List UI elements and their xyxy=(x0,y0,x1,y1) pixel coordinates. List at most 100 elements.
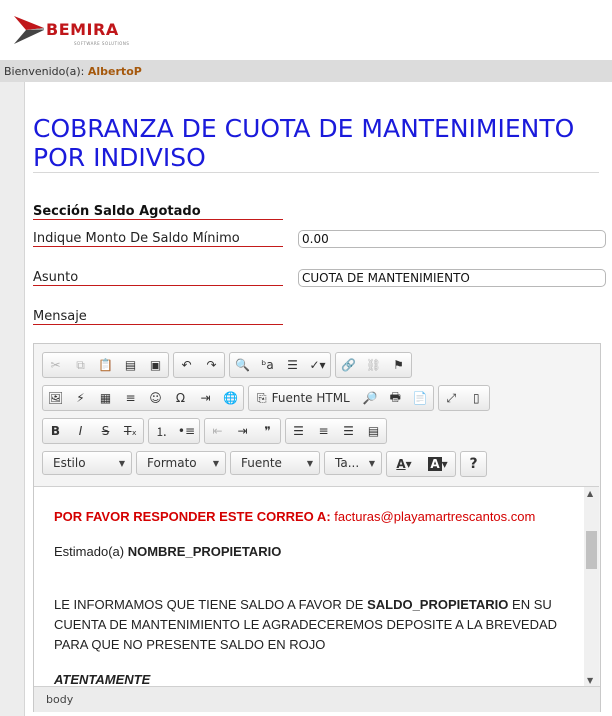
body-paragraph: LE INFORMAMOS QUE TIENE SALDO A FAVOR DE… xyxy=(54,595,574,655)
left-sidebar xyxy=(0,82,25,716)
reply-label: POR FAVOR RESPONDER ESTE CORREO A: xyxy=(54,509,331,524)
bemira-logo: BEMIRA SOFTWARE SOLUTIONS xyxy=(12,10,142,50)
welcome-bar: Bienvenido(a): AlbertoP xyxy=(0,60,612,82)
strike-icon[interactable]: S xyxy=(93,419,118,443)
welcome-label: Bienvenido(a): xyxy=(4,65,85,78)
color-group: A ▾ A ▾ xyxy=(386,451,456,477)
indent-icon[interactable]: ⇥ xyxy=(230,419,255,443)
outdent-icon[interactable]: ⇤ xyxy=(205,419,230,443)
toolbar-row-3: B I S T̶ₓ ⒈ •≡ ⇤ ⇥ ❞ ☰ ≡ ☰ ▤ xyxy=(42,418,387,444)
blockquote-icon[interactable]: ❞ xyxy=(255,419,280,443)
logo-mark-icon xyxy=(14,16,44,44)
size-dropdown[interactable]: Ta... ▼ xyxy=(324,451,382,475)
undo-icon[interactable]: ↶ xyxy=(174,353,199,377)
paste-word-icon[interactable]: ▣ xyxy=(143,353,168,377)
flash-icon[interactable]: ⚡ xyxy=(68,386,93,410)
maximize-icon[interactable]: ⤢ xyxy=(439,386,464,410)
toolbar-row-4: Estilo ▼ Formato ▼ Fuente ▼ Ta... ▼ A ▾ A… xyxy=(42,451,487,477)
unlink-icon[interactable]: ⛓ xyxy=(361,353,386,377)
templates-icon[interactable]: 📄 xyxy=(408,386,433,410)
source-icon: ⎘ xyxy=(257,390,267,405)
image-icon[interactable]: 🖼 xyxy=(43,386,68,410)
monto-input[interactable]: 0.00 xyxy=(298,230,606,248)
chevron-down-icon: ▼ xyxy=(368,458,375,468)
title-divider xyxy=(33,172,599,173)
redo-icon[interactable]: ↷ xyxy=(199,353,224,377)
copy-icon[interactable]: ⧉ xyxy=(68,353,93,377)
help-icon[interactable]: ? xyxy=(461,452,486,476)
font-dropdown-label: Fuente xyxy=(241,456,282,470)
asunto-label: Asunto xyxy=(33,270,79,285)
iframe-globe-icon[interactable]: 🌐 xyxy=(218,386,243,410)
help-group: ? xyxy=(460,451,487,477)
paste-text-icon[interactable]: ▤ xyxy=(118,353,143,377)
app-header: BEMIRA SOFTWARE SOLUTIONS xyxy=(0,0,612,60)
anchor-flag-icon[interactable]: ⚑ xyxy=(386,353,411,377)
table-icon[interactable]: ▦ xyxy=(93,386,118,410)
reply-email: facturas@playamartrescantos.com xyxy=(334,509,536,524)
body-part1: LE INFORMAMOS QUE TIENE SALDO A FAVOR DE xyxy=(54,597,364,612)
link-group: 🔗 ⛓ ⚑ xyxy=(335,352,412,378)
italic-icon[interactable]: I xyxy=(68,419,93,443)
scroll-down-icon[interactable]: ▼ xyxy=(587,676,593,685)
search-icon[interactable]: 🔍 xyxy=(230,353,255,377)
special-char-icon[interactable]: Ω xyxy=(168,386,193,410)
toolbar-row-2: 🖼 ⚡ ▦ ≡ ☺ Ω ⇥ 🌐 ⎘ Fuente HTML 🔎 🖶 📄 ⤢ ▯ xyxy=(42,385,490,411)
align-right-icon[interactable]: ☰ xyxy=(336,419,361,443)
editor-content[interactable]: POR FAVOR RESPONDER ESTE CORREO A: factu… xyxy=(34,486,584,687)
style-dropdown[interactable]: Estilo ▼ xyxy=(42,451,132,475)
numbered-list-icon[interactable]: ⒈ xyxy=(149,419,174,443)
page-title: COBRANZA DE CUOTA DE MANTENIMIENTO POR I… xyxy=(33,114,575,172)
horizontal-rule-icon[interactable]: ≡ xyxy=(118,386,143,410)
align-center-icon[interactable]: ≡ xyxy=(311,419,336,443)
bg-color-icon[interactable]: A ▾ xyxy=(421,452,455,476)
page-break-icon[interactable]: ⇥ xyxy=(193,386,218,410)
mensaje-label: Mensaje xyxy=(33,309,87,324)
smiley-icon[interactable]: ☺ xyxy=(143,386,168,410)
find-group: 🔍 ᵇa ☰ ✓▾ xyxy=(229,352,331,378)
element-path[interactable]: body xyxy=(46,693,73,706)
link-icon[interactable]: 🔗 xyxy=(336,353,361,377)
rich-text-editor: ✂ ⧉ 📋 ▤ ▣ ↶ ↷ 🔍 ᵇa ☰ ✓▾ 🔗 ⛓ ⚑ 🖼 ⚡ ▦ ≡ ☺ … xyxy=(33,343,601,712)
indent-group: ⇤ ⇥ ❞ xyxy=(204,418,281,444)
reply-line: POR FAVOR RESPONDER ESTE CORREO A: factu… xyxy=(54,507,574,527)
source-html-button[interactable]: ⎘ Fuente HTML xyxy=(249,386,358,410)
format-dropdown[interactable]: Formato ▼ xyxy=(136,451,226,475)
monto-label: Indique Monto De Saldo Mínimo xyxy=(33,231,240,246)
show-blocks-icon[interactable]: ▯ xyxy=(464,386,489,410)
monto-underline xyxy=(33,246,283,247)
view-group: ⤢ ▯ xyxy=(437,385,490,411)
select-all-icon[interactable]: ☰ xyxy=(280,353,305,377)
spellcheck-icon[interactable]: ✓▾ xyxy=(305,353,330,377)
print-icon[interactable]: 🖶 xyxy=(383,386,408,410)
body-variable: SALDO_PROPIETARIO xyxy=(367,597,509,612)
bulleted-list-icon[interactable]: •≡ xyxy=(174,419,199,443)
basic-style-group: B I S T̶ₓ xyxy=(42,418,144,444)
preview-icon[interactable]: 🔎 xyxy=(358,386,383,410)
size-dropdown-label: Ta... xyxy=(335,456,360,470)
greeting-line: Estimado(a) NOMBRE_PROPIETARIO xyxy=(54,542,574,562)
asunto-input[interactable]: CUOTA DE MANTENIMIENTO xyxy=(298,269,606,287)
text-color-icon[interactable]: A ▾ xyxy=(387,452,421,476)
cut-icon[interactable]: ✂ xyxy=(43,353,68,377)
scroll-up-icon[interactable]: ▲ xyxy=(587,489,593,498)
chevron-down-icon: ▼ xyxy=(306,458,313,468)
editor-scrollbar[interactable]: ▲ ▼ xyxy=(584,486,599,687)
font-dropdown[interactable]: Fuente ▼ xyxy=(230,451,320,475)
scrollbar-thumb[interactable] xyxy=(586,531,597,569)
section-title: Sección Saldo Agotado xyxy=(33,204,201,219)
document-group: ⎘ Fuente HTML 🔎 🖶 📄 xyxy=(248,385,434,411)
closing-line: ATENTAMENTE xyxy=(54,672,151,687)
remove-format-icon[interactable]: T̶ₓ xyxy=(118,419,143,443)
brand-tagline: SOFTWARE SOLUTIONS xyxy=(74,41,130,46)
welcome-username: AlbertoP xyxy=(87,65,142,78)
clipboard-group: ✂ ⧉ 📋 ▤ ▣ xyxy=(42,352,169,378)
paste-icon[interactable]: 📋 xyxy=(93,353,118,377)
replace-icon[interactable]: ᵇa xyxy=(255,353,280,377)
bold-icon[interactable]: B xyxy=(43,419,68,443)
source-html-label: Fuente HTML xyxy=(271,391,350,405)
chevron-down-icon: ▼ xyxy=(118,458,125,468)
align-justify-icon[interactable]: ▤ xyxy=(361,419,386,443)
asunto-underline xyxy=(33,285,283,286)
align-left-icon[interactable]: ☰ xyxy=(286,419,311,443)
